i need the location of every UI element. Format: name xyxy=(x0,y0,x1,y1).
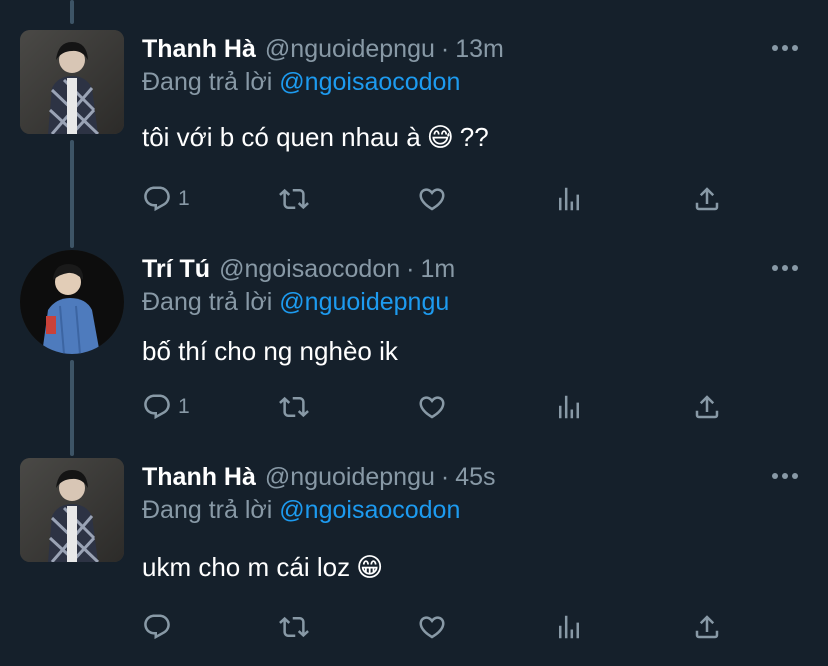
avatar[interactable] xyxy=(20,458,124,562)
retweet-icon xyxy=(278,184,310,214)
tweet-header: Thanh Hà @nguoidepngu · 45s xyxy=(142,460,496,494)
mention-link[interactable]: @ngoisaocodon xyxy=(279,496,460,524)
mention-link[interactable]: @nguoidepngu xyxy=(279,288,449,316)
analytics-icon xyxy=(554,612,584,642)
retweet-icon xyxy=(278,612,310,642)
replying-to-label: Đang trả lời xyxy=(142,288,273,316)
separator: · xyxy=(406,254,415,283)
timestamp[interactable]: 13m xyxy=(455,35,504,64)
reply-button[interactable] xyxy=(142,612,178,642)
tweet[interactable]: Thanh Hà @nguoidepngu · 13m Đang trả lời… xyxy=(0,30,828,238)
user-handle[interactable]: @nguoidepngu xyxy=(265,463,435,492)
more-icon[interactable] xyxy=(770,38,800,58)
tweet-text-suffix: ?? xyxy=(459,122,489,152)
analytics-button[interactable] xyxy=(554,184,584,214)
avatar[interactable] xyxy=(20,250,124,354)
retweet-button[interactable] xyxy=(278,184,310,214)
tweet-text-content: bố thí cho ng nghèo ik xyxy=(142,336,398,366)
user-handle[interactable]: @nguoidepngu xyxy=(265,35,435,64)
retweet-icon xyxy=(278,392,310,422)
separator: · xyxy=(440,34,450,63)
tweet-text-content: tôi với b có quen nhau à xyxy=(142,122,421,152)
analytics-icon xyxy=(554,392,584,422)
reply-count: 1 xyxy=(178,395,190,418)
user-handle[interactable]: @ngoisaocodon xyxy=(219,255,400,284)
avatar[interactable] xyxy=(20,30,124,134)
replying-to: Đang trả lời @ngoisaocodon xyxy=(142,68,460,97)
reply-button[interactable]: 1 xyxy=(142,184,190,214)
like-button[interactable] xyxy=(416,184,448,214)
share-icon xyxy=(692,612,722,642)
tweet-header: Trí Tú @ngoisaocodon · 1m xyxy=(142,252,455,286)
replying-to-label: Đang trả lời xyxy=(142,68,273,96)
analytics-icon xyxy=(554,184,584,214)
more-icon[interactable] xyxy=(770,258,800,278)
like-button[interactable] xyxy=(416,392,448,422)
reply-icon xyxy=(142,184,172,214)
retweet-button[interactable] xyxy=(278,392,310,422)
retweet-button[interactable] xyxy=(278,612,310,642)
timestamp[interactable]: 45s xyxy=(455,463,495,492)
display-name[interactable]: Trí Tú xyxy=(142,255,210,284)
share-icon xyxy=(692,184,722,214)
tweet-text: tôi với b có quen nhau à 😅 ?? xyxy=(142,122,489,153)
replying-to: Đang trả lời @ngoisaocodon xyxy=(142,496,460,525)
tweet-actions: 1 xyxy=(142,184,742,214)
like-button[interactable] xyxy=(416,612,448,642)
tweet[interactable]: Thanh Hà @nguoidepngu · 45s Đang trả lời… xyxy=(0,458,828,666)
heart-icon xyxy=(416,392,448,422)
analytics-button[interactable] xyxy=(554,392,584,422)
replying-to: Đang trả lời @nguoidepngu xyxy=(142,288,449,317)
replying-to-label: Đang trả lời xyxy=(142,496,273,524)
tweet-text: ukm cho m cái loz 😁 xyxy=(142,552,383,583)
reply-icon xyxy=(142,392,172,422)
more-icon[interactable] xyxy=(770,466,800,486)
reply-count: 1 xyxy=(178,187,190,210)
tweet-actions xyxy=(142,612,742,642)
display-name[interactable]: Thanh Hà xyxy=(142,463,256,492)
display-name[interactable]: Thanh Hà xyxy=(142,35,256,64)
share-icon xyxy=(692,392,722,422)
share-button[interactable] xyxy=(692,184,722,214)
tweet[interactable]: Trí Tú @ngoisaocodon · 1m Đang trả lời @… xyxy=(0,250,828,458)
tweet-text: bố thí cho ng nghèo ik xyxy=(142,336,398,367)
reply-icon xyxy=(142,612,172,642)
tweet-text-content: ukm cho m cái loz xyxy=(142,552,351,582)
thread-line-top xyxy=(70,0,74,24)
share-button[interactable] xyxy=(692,612,722,642)
share-button[interactable] xyxy=(692,392,722,422)
mention-link[interactable]: @ngoisaocodon xyxy=(279,68,460,96)
heart-icon xyxy=(416,612,448,642)
separator: · xyxy=(440,462,450,491)
reply-button[interactable]: 1 xyxy=(142,392,190,422)
tweet-actions: 1 xyxy=(142,392,742,422)
emoji: 😁 xyxy=(356,552,384,582)
timestamp[interactable]: 1m xyxy=(420,255,455,284)
analytics-button[interactable] xyxy=(554,612,584,642)
heart-icon xyxy=(416,184,448,214)
tweet-header: Thanh Hà @nguoidepngu · 13m xyxy=(142,32,504,66)
emoji: 😅 xyxy=(426,122,454,152)
